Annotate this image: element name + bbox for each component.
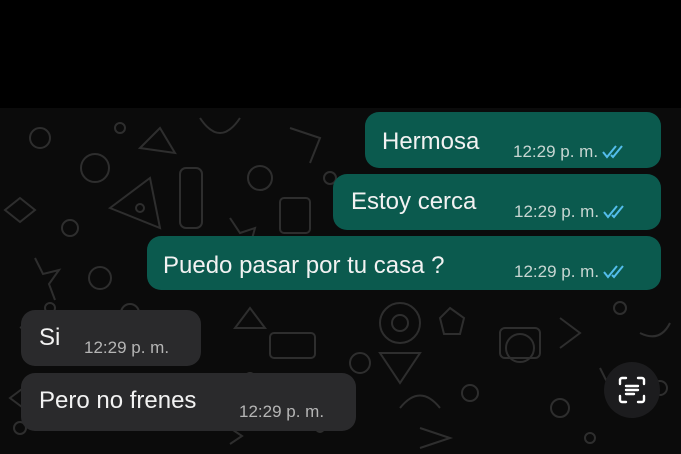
double-check-icon: [603, 265, 624, 279]
top-black-area: [0, 0, 681, 108]
message-text: Si: [39, 324, 61, 351]
text-scan-button[interactable]: [604, 362, 660, 418]
message-text: Pero no frenes: [39, 387, 197, 414]
message-bubble-outgoing[interactable]: Estoy cerca 12:29 p. m.: [333, 174, 661, 230]
message-time: 12:29 p. m.: [84, 338, 170, 357]
message-bubble-incoming[interactable]: Pero no frenes 12:29 p. m.: [21, 373, 356, 431]
message-time: 12:29 p. m.: [514, 262, 600, 281]
double-check-icon: [602, 145, 623, 159]
message-bubble-outgoing[interactable]: Puedo pasar por tu casa ? 12:29 p. m.: [147, 236, 661, 290]
double-check-icon: [603, 205, 624, 219]
chat-area[interactable]: Hermosa 12:29 p. m. Estoy cerca 12:29 p.…: [0, 108, 681, 454]
message-time: 12:29 p. m.: [239, 402, 325, 421]
message-text: Hermosa: [382, 128, 480, 155]
message-time: 12:29 p. m.: [513, 142, 599, 161]
message-text: Puedo pasar por tu casa ?: [163, 252, 445, 279]
message-text: Estoy cerca: [351, 188, 477, 215]
message-bubble-incoming[interactable]: Si 12:29 p. m.: [21, 310, 201, 366]
message-bubble-outgoing[interactable]: Hermosa 12:29 p. m.: [365, 112, 661, 168]
text-scan-icon: [618, 376, 646, 404]
message-time: 12:29 p. m.: [514, 202, 600, 221]
